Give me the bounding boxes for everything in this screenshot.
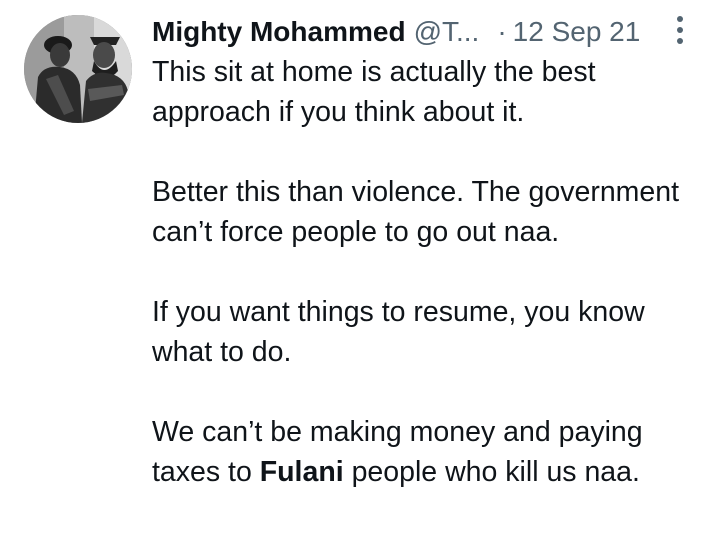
profile-photo-icon — [24, 15, 132, 123]
tweet-header: Mighty Mohammed @T... · 12 Sep 21 — [152, 12, 663, 52]
more-vertical-icon[interactable] — [670, 15, 690, 45]
bold-word: Fulani — [259, 456, 344, 488]
tweet-paragraph: Better this than violence. The governmen… — [152, 176, 680, 248]
tweet-paragraph: If you want things to resume, you know w… — [152, 296, 645, 368]
tweet-text: This sit at home is actually the best ap… — [152, 52, 707, 492]
tweet-date[interactable]: 12 Sep 21 — [513, 12, 641, 52]
tweet-paragraph: This sit at home is actually the best ap… — [152, 56, 596, 128]
author-handle[interactable]: @T... — [414, 12, 480, 52]
avatar[interactable] — [24, 15, 132, 123]
separator-dot: · — [497, 16, 507, 47]
author-display-name[interactable]: Mighty Mohammed — [152, 12, 406, 52]
paragraph-text: people who kill us naa. — [343, 456, 640, 488]
tweet-paragraph: We can’t be making money and paying taxe… — [152, 412, 707, 492]
tweet-card[interactable]: Mighty Mohammed @T... · 12 Sep 21 This s… — [0, 0, 715, 542]
